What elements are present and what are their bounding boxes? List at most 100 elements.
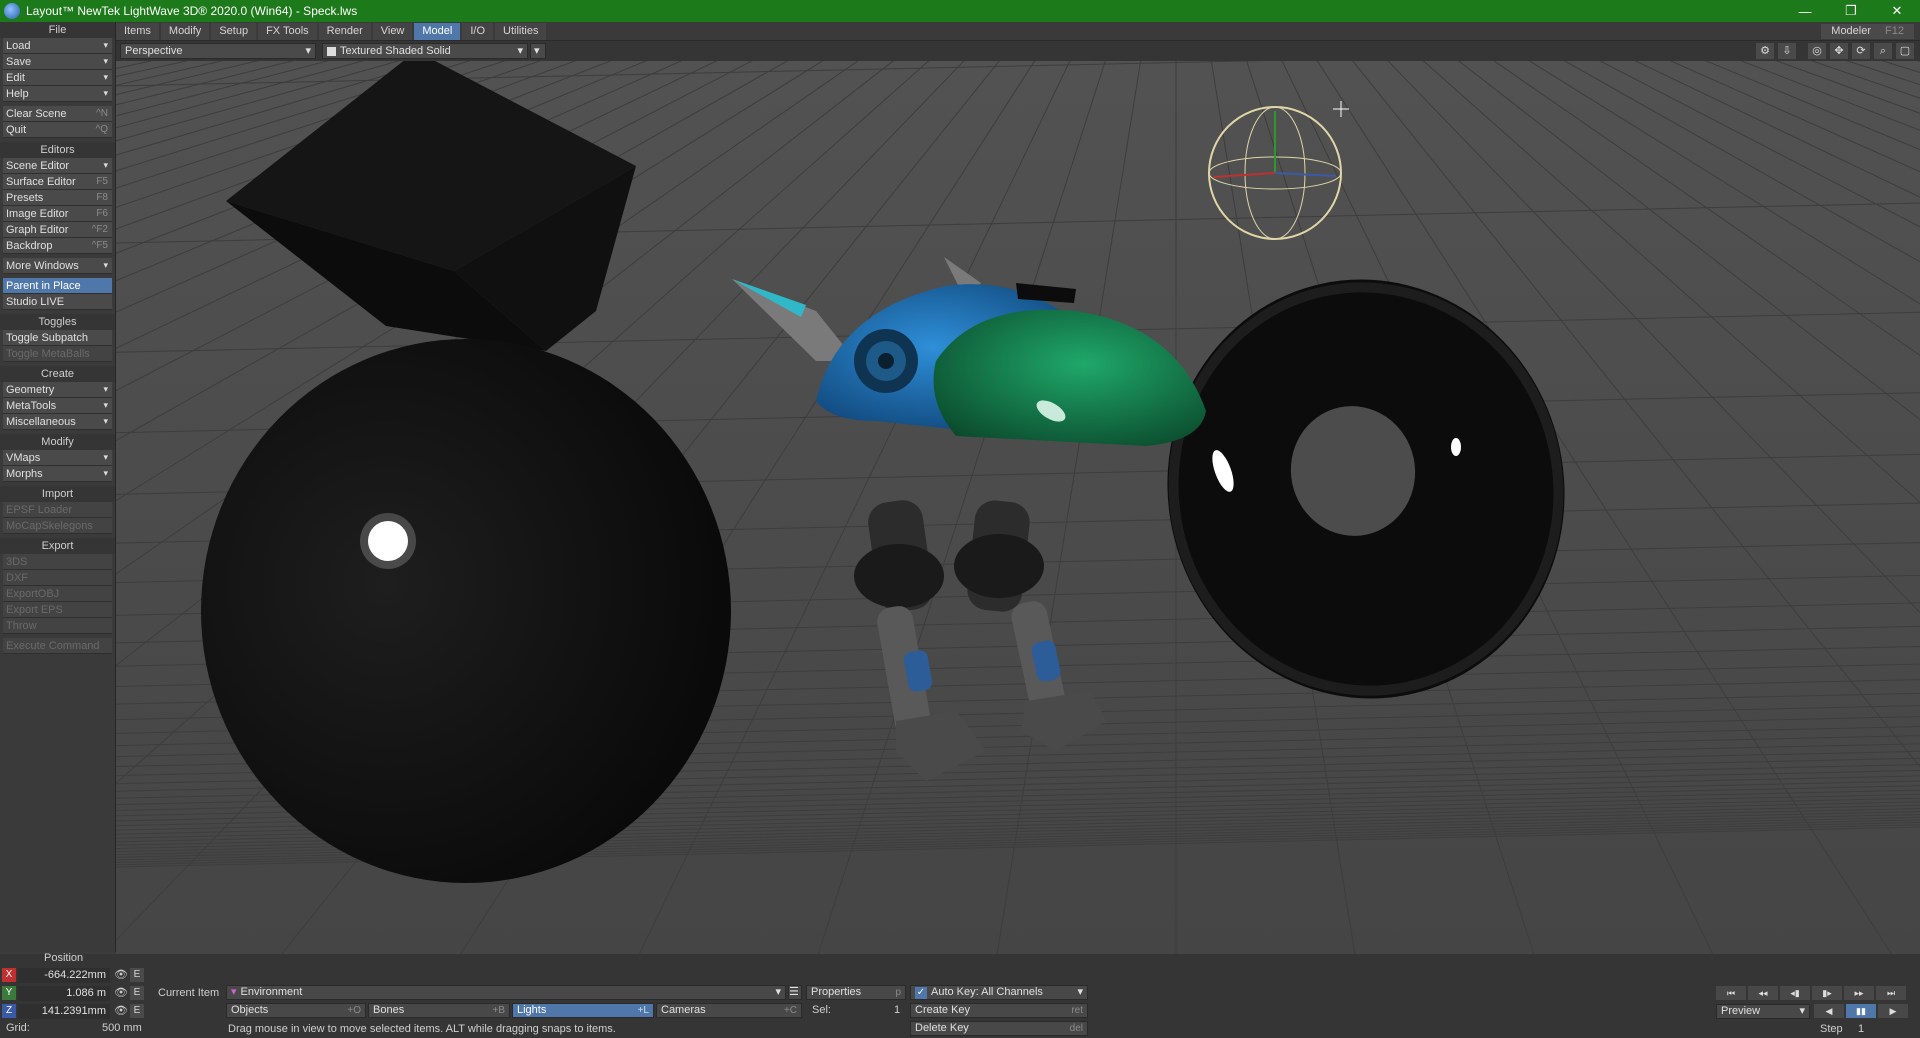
backdrop-button[interactable]: Backdrop ^F5 [3,238,112,254]
move-view-icon[interactable]: ✥ [1830,43,1848,59]
view-mode-value: Perspective [125,45,183,57]
miscellaneous-menu-button[interactable]: Miscellaneous ▾ [3,414,112,430]
rotate-view-icon[interactable]: ⟳ [1852,43,1870,59]
tab-fx-tools[interactable]: FX Tools [258,22,317,40]
position-z-field[interactable]: 141.2391mm [18,1003,110,1019]
view-mode-dropdown[interactable]: Perspective ▾ [120,43,316,59]
tab-view[interactable]: View [372,22,413,40]
graph-editor-label: Graph Editor [6,223,69,236]
eye-icon[interactable]: 👁 [114,986,128,1000]
minimize-button[interactable]: — [1782,0,1828,22]
surface-editor-button[interactable]: Surface Editor F5 [3,174,112,190]
quit-label: Quit [6,123,27,136]
center-icon[interactable]: ◎ [1808,43,1826,59]
geometry-menu-button[interactable]: Geometry ▾ [3,382,112,398]
load-menu-button[interactable]: Load ▾ [3,38,112,54]
go-to-end-icon[interactable]: ⏭ [1876,986,1906,1000]
play-backward-icon[interactable]: ◀ [1814,1004,1844,1018]
viewport-options-dropdown[interactable]: ▾ [530,43,546,59]
x-axis-badge[interactable]: X [2,968,16,982]
export-dxf-button[interactable]: DXF [3,570,112,586]
shortcut-label: ^F5 [91,240,108,251]
shortcut-label: +O [347,1005,361,1016]
next-key-icon[interactable]: ▸▸ [1844,986,1874,1000]
render-mode-dropdown[interactable]: Textured Shaded Solid ▾ [322,43,528,59]
tab-setup[interactable]: Setup [211,22,257,40]
execute-command-button[interactable]: Execute Command [3,638,112,654]
envelope-x-button[interactable]: E [130,968,144,982]
envelope-y-button[interactable]: E [130,986,144,1000]
tab-utilities[interactable]: Utilities [495,22,547,40]
image-editor-button[interactable]: Image Editor F6 [3,206,112,222]
pause-icon[interactable]: ▮▮ [1846,1004,1876,1018]
preview-dropdown[interactable]: Preview ▾ [1716,1004,1810,1019]
objects-button[interactable]: Objects +O [226,1003,366,1018]
restore-button[interactable]: ❐ [1828,0,1874,22]
quit-button[interactable]: Quit ^Q [3,122,112,138]
export-obj-label: ExportOBJ [6,587,60,600]
toggle-metaballs-button[interactable]: Toggle MetaBalls [3,346,112,362]
export-3ds-button[interactable]: 3DS [3,554,112,570]
settings-icon[interactable]: ⚙ [1756,43,1774,59]
modeler-button[interactable]: Modeler F12 [1821,24,1914,39]
tab-items[interactable]: Items [116,22,159,40]
zoom-view-icon[interactable]: ⌕ [1874,43,1892,59]
close-button[interactable]: ✕ [1874,0,1920,22]
export-eps-button[interactable]: Export EPS [3,602,112,618]
properties-label: Properties [811,986,862,998]
metatools-menu-button[interactable]: MetaTools ▾ [3,398,112,414]
tab-model[interactable]: Model [414,22,461,40]
play-forward-icon[interactable]: ▶ [1878,1004,1908,1018]
properties-button[interactable]: Properties p [806,985,906,1000]
studio-live-button[interactable]: Studio LIVE [3,294,112,310]
tab-modify[interactable]: Modify [160,22,210,40]
save-view-icon[interactable]: ⇩ [1778,43,1796,59]
position-x-field[interactable]: -664.222mm [18,967,110,983]
surface-editor-label: Surface Editor [6,175,76,188]
eye-icon[interactable]: 👁 [114,1004,128,1018]
eye-icon[interactable]: 👁 [114,968,128,982]
item-list-icon[interactable]: ☰ [788,985,802,1000]
chevron-down-icon: ▾ [775,986,781,998]
clear-scene-button[interactable]: Clear Scene ^N [3,106,112,122]
toggle-subpatch-button[interactable]: Toggle Subpatch [3,330,112,346]
bones-button[interactable]: Bones +B [368,1003,510,1018]
epsf-loader-button[interactable]: EPSF Loader [3,502,112,518]
y-axis-badge[interactable]: Y [2,986,16,1000]
scene-editor-button[interactable]: Scene Editor ▾ [3,158,112,174]
throw-button[interactable]: Throw [3,618,112,634]
export-obj-button[interactable]: ExportOBJ [3,586,112,602]
create-key-button[interactable]: Create Key ret [910,1003,1088,1018]
perspective-viewport[interactable] [116,61,1920,954]
graph-editor-button[interactable]: Graph Editor ^F2 [3,222,112,238]
position-x-row: X -664.222mm 👁 E [0,967,144,983]
more-windows-button[interactable]: More Windows ▾ [3,258,112,274]
parent-in-place-button[interactable]: Parent in Place [3,278,112,294]
delete-key-button[interactable]: Delete Key del [910,1021,1088,1036]
chevron-down-icon: ▾ [534,45,540,57]
save-menu-button[interactable]: Save ▾ [3,54,112,70]
lights-button[interactable]: Lights +L [512,1003,654,1018]
position-y-field[interactable]: 1.086 m [18,985,110,1001]
z-axis-badge[interactable]: Z [2,1004,16,1018]
current-item-dropdown[interactable]: ▾ Environment ▾ [226,985,786,1000]
step-back-icon[interactable]: ◂▮ [1780,986,1810,1000]
edit-menu-button[interactable]: Edit ▾ [3,70,112,86]
go-to-start-icon[interactable]: ⏮ [1716,986,1746,1000]
tab-render[interactable]: Render [318,22,371,40]
status-message: Drag mouse in view to move selected item… [228,1023,616,1035]
step-forward-icon[interactable]: ▮▸ [1812,986,1842,1000]
cameras-button[interactable]: Cameras +C [656,1003,802,1018]
previous-key-icon[interactable]: ◂◂ [1748,986,1778,1000]
presets-button[interactable]: Presets F8 [3,190,112,206]
morphs-menu-button[interactable]: Morphs ▾ [3,466,112,482]
step-value[interactable]: 1 [1858,1023,1864,1035]
maximize-view-icon[interactable]: ▢ [1896,43,1914,59]
vmaps-menu-button[interactable]: VMaps ▾ [3,450,112,466]
envelope-z-button[interactable]: E [130,1004,144,1018]
mocap-skelegons-button[interactable]: MoCapSkelegons [3,518,112,534]
help-menu-button[interactable]: Help ▾ [3,86,112,102]
tab-io[interactable]: I/O [462,22,494,40]
auto-key-dropdown[interactable]: ✓ Auto Key: All Channels ▾ [910,985,1088,1000]
chevron-down-icon: ▾ [103,400,108,410]
